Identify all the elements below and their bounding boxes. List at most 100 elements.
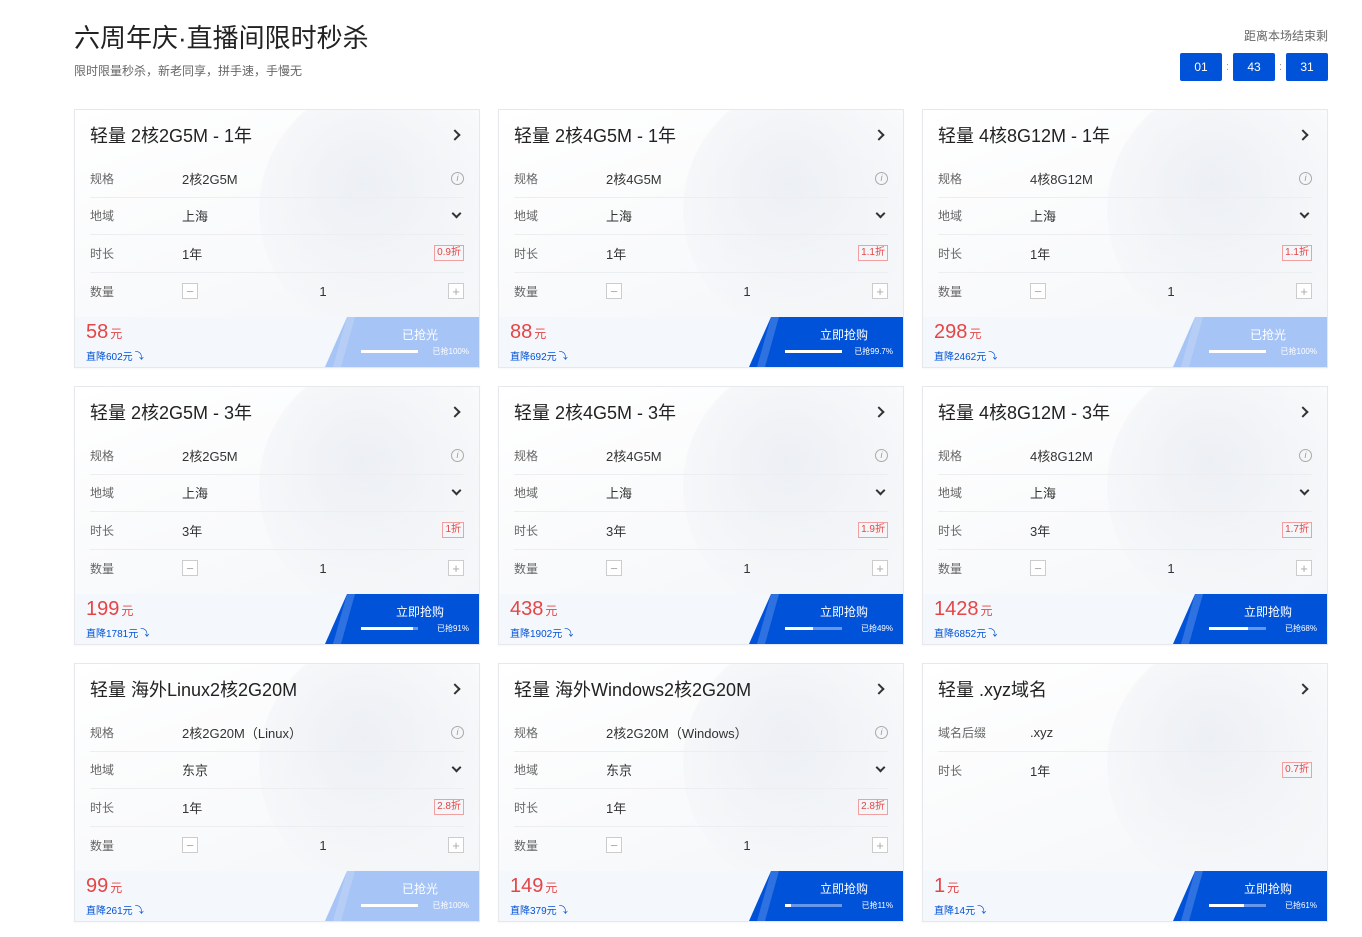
buy-now-button[interactable]: 立即抢购 已抢68% [1173,594,1327,644]
chevron-right-icon[interactable] [873,683,885,695]
card-header-link[interactable]: 轻量 4核8G12M - 1年 [923,110,1327,160]
spec-value: .xyz [1030,724,1054,740]
card-header-link[interactable]: 轻量 2核4G5M - 3年 [499,387,903,437]
minus-icon[interactable]: − [606,283,622,300]
chevron-right-icon[interactable] [873,406,885,418]
spec-row: 数量 −1 + [514,827,888,865]
info-icon[interactable]: i [875,448,888,462]
quantity-value[interactable]: 1 [1046,284,1296,299]
plus-icon[interactable]: + [872,560,888,577]
price-drop: 直降379元 ⤵ [510,902,568,917]
minus-icon[interactable]: − [182,837,198,854]
region-select-value[interactable]: 上海 [606,206,877,225]
minus-icon[interactable]: − [1030,560,1046,577]
card-footer: 58 元直降602元 ⤵ 已抢光 已抢100% [75,317,479,367]
quantity-value[interactable]: 1 [622,561,872,576]
plus-icon[interactable]: + [448,837,464,854]
chevron-right-icon[interactable] [1297,406,1309,418]
buy-now-button[interactable]: 立即抢购 已抢49% [749,594,903,644]
spec-rows: 规格 2核4G5M i 地域 上海 时长 1年 1.1折 数量 −1 + [499,160,903,310]
buy-button-label: 已抢光 [401,328,438,342]
spec-label: 规格 [938,171,963,186]
button-stripe-decoration [757,871,779,921]
chevron-right-icon[interactable] [873,129,885,141]
chevron-right-icon[interactable] [449,129,461,141]
buy-now-button[interactable]: 立即抢购 已抢11% [749,871,903,921]
chevron-down-icon[interactable] [451,762,462,773]
buy-now-button[interactable]: 立即抢购 已抢91% [325,594,479,644]
quantity-value[interactable]: 1 [198,561,448,576]
chevron-down-icon[interactable] [1299,485,1310,496]
plus-icon[interactable]: + [448,283,464,300]
minus-icon[interactable]: − [182,560,198,577]
info-icon[interactable]: i [875,725,888,739]
sold-out-button[interactable]: 已抢光 已抢100% [325,871,479,921]
card-footer: 149 元直降379元 ⤵ 立即抢购 已抢11% [499,871,903,921]
region-select-value[interactable]: 上海 [182,483,453,502]
info-icon[interactable]: i [1299,448,1312,462]
chevron-right-icon[interactable] [449,406,461,418]
product-card: 轻量 .xyz域名 域名后缀 .xyz 时长 1年 0.7折 1 元直降14元 ⤵ 立即抢购 已抢6… [922,663,1328,922]
chevron-right-icon[interactable] [1297,129,1309,141]
region-select-value[interactable]: 上海 [1030,483,1301,502]
trend-down-icon: ⤵ [558,905,568,915]
buy-now-button[interactable]: 立即抢购 已抢61% [1173,871,1327,921]
card-title: 轻量 4核8G12M - 3年 [938,403,1111,423]
chevron-down-icon[interactable] [451,208,462,219]
plus-icon[interactable]: + [1296,560,1312,577]
info-icon[interactable]: i [451,725,464,739]
chevron-down-icon[interactable] [451,485,462,496]
quantity-value[interactable]: 1 [198,284,448,299]
spec-value: 2核4G5M [606,448,662,464]
region-select-value[interactable]: 东京 [606,760,877,779]
minus-icon[interactable]: − [1030,283,1046,300]
chevron-right-icon[interactable] [449,683,461,695]
plus-icon[interactable]: + [872,283,888,300]
card-header-link[interactable]: 轻量 4核8G12M - 3年 [923,387,1327,437]
info-icon[interactable]: i [875,171,888,185]
info-icon[interactable]: i [451,171,464,185]
spec-rows: 规格 2核2G20M（Windows） i 地域 东京 时长 1年 2.8折 数量 −1 + [499,714,903,864]
sold-out-button[interactable]: 已抢光 已抢100% [1173,317,1327,367]
card-header-link[interactable]: 轻量 海外Linux2核2G20M [75,664,479,714]
chevron-down-icon[interactable] [875,762,886,773]
minus-icon[interactable]: − [606,560,622,577]
plus-icon[interactable]: + [872,837,888,854]
info-icon[interactable]: i [451,448,464,462]
minus-icon[interactable]: − [182,283,198,300]
card-header-link[interactable]: 轻量 海外Windows2核2G20M [499,664,903,714]
quantity-value[interactable]: 1 [1046,561,1296,576]
region-select-value[interactable]: 上海 [606,483,877,502]
quantity-value[interactable]: 1 [622,284,872,299]
buy-now-button[interactable]: 立即抢购 已抢99.7% [749,317,903,367]
card-header-link[interactable]: 轻量 2核2G5M - 1年 [75,110,479,160]
chevron-down-icon[interactable] [1299,208,1310,219]
plus-icon[interactable]: + [448,560,464,577]
card-header-link[interactable]: 轻量 2核4G5M - 1年 [499,110,903,160]
region-select-value[interactable]: 东京 [182,760,453,779]
info-icon[interactable]: i [1299,171,1312,185]
chevron-down-icon[interactable] [875,485,886,496]
spec-row: 地域 上海 [938,198,1312,235]
chevron-down-icon[interactable] [875,208,886,219]
card-header-link[interactable]: 轻量 .xyz域名 [923,664,1327,714]
card-header-link[interactable]: 轻量 2核2G5M - 3年 [75,387,479,437]
region-select-value[interactable]: 上海 [182,206,453,225]
minus-icon[interactable]: − [606,837,622,854]
region-select-value[interactable]: 上海 [1030,206,1301,225]
quantity-value[interactable]: 1 [622,838,872,853]
buy-button-label: 已抢光 [401,882,438,896]
card-title: 轻量 4核8G12M - 1年 [938,126,1111,146]
plus-icon[interactable]: + [1296,283,1312,300]
price-amount: 58 [86,321,109,343]
spec-label: 时长 [514,246,539,261]
discount-badge: 1.9折 [858,522,888,539]
spec-label: 数量 [514,561,539,576]
sold-out-button[interactable]: 已抢光 已抢100% [325,317,479,367]
button-stripe-decoration [1181,317,1203,367]
spec-rows: 规格 4核8G12M i 地域 上海 时长 1年 1.1折 数量 −1 + [923,160,1327,310]
chevron-right-icon[interactable] [1297,683,1309,695]
quantity-value[interactable]: 1 [198,838,448,853]
product-card: 轻量 海外Windows2核2G20M 规格 2核2G20M（Windows） i 地域… [498,663,904,922]
spec-value: 2核2G20M（Windows） [606,725,748,741]
